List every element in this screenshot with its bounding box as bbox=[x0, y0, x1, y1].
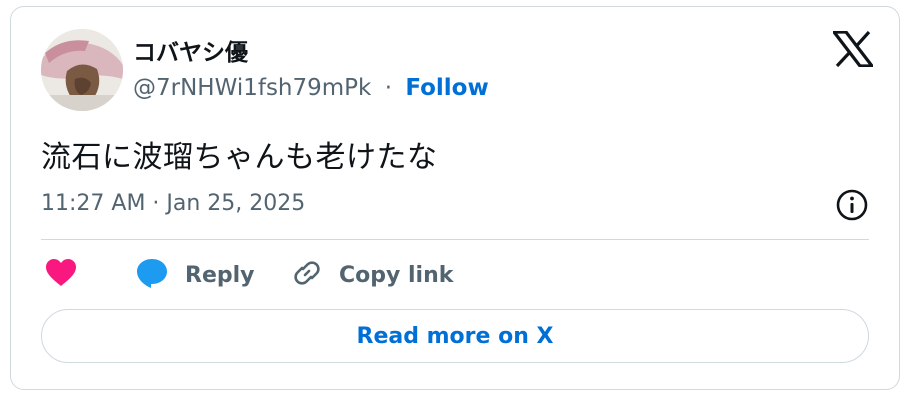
tweet-timestamp[interactable]: 11:27 AM · Jan 25, 2025 bbox=[41, 191, 305, 216]
divider bbox=[41, 239, 869, 240]
avatar[interactable] bbox=[41, 29, 123, 111]
heart-icon bbox=[45, 258, 77, 292]
read-more-button[interactable]: Read more on X bbox=[41, 309, 869, 363]
read-more-label: Read more on X bbox=[356, 323, 554, 349]
link-icon bbox=[291, 257, 323, 293]
reply-button[interactable]: Reply bbox=[135, 257, 255, 293]
copy-link-button[interactable]: Copy link bbox=[291, 257, 453, 293]
handle-row: @7rNHWi1fsh79mPk · Follow bbox=[133, 75, 489, 101]
display-name[interactable]: コバヤシ優 bbox=[133, 33, 248, 67]
tweet-embed-card: コバヤシ優 @7rNHWi1fsh79mPk · Follow 流石に波瑠ちゃん… bbox=[10, 6, 900, 390]
x-logo-icon[interactable] bbox=[830, 30, 876, 68]
copy-link-label: Copy link bbox=[339, 262, 454, 288]
avatar-image bbox=[41, 29, 123, 111]
user-handle[interactable]: @7rNHWi1fsh79mPk bbox=[133, 75, 371, 101]
info-icon[interactable] bbox=[835, 188, 869, 222]
like-button[interactable] bbox=[45, 257, 77, 293]
follow-button[interactable]: Follow bbox=[405, 75, 488, 101]
tweet-text: 流石に波瑠ちゃんも老けたな bbox=[41, 140, 438, 175]
reply-label: Reply bbox=[185, 262, 255, 288]
separator-dot: · bbox=[384, 75, 392, 101]
speech-bubble-icon bbox=[135, 257, 169, 293]
